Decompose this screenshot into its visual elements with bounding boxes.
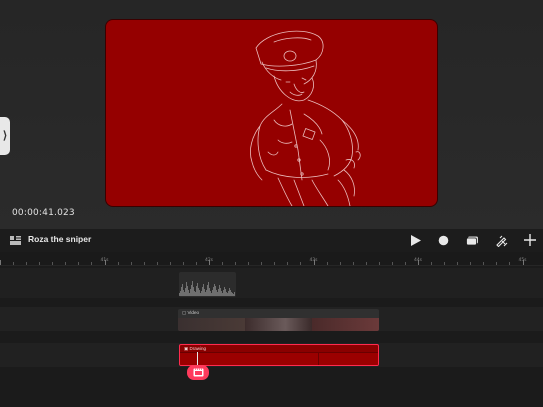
ruler-tick — [182, 262, 184, 265]
ruler-tick — [26, 262, 28, 265]
ruler-tick — [287, 262, 289, 265]
record-icon — [438, 235, 448, 245]
video-clip-label: ▢ Video — [182, 310, 199, 315]
export-button[interactable] — [465, 233, 479, 247]
expand-panel-button[interactable]: ⟩ — [0, 117, 10, 155]
audio-track — [0, 268, 543, 298]
drawing-clip-frames — [180, 352, 378, 365]
ruler-tick — [156, 262, 158, 265]
ruler-tick — [91, 262, 93, 265]
video-clip[interactable]: ▢ Video — [178, 309, 379, 331]
ruler-tick — [195, 262, 197, 265]
ruler-label: 43s — [309, 258, 318, 263]
drawing-clip[interactable]: ▣ Drawing — [179, 344, 379, 366]
export-icon — [465, 236, 478, 245]
draw-icon — [495, 235, 507, 247]
ruler-label: 42s — [204, 258, 214, 263]
ruler-tick — [143, 262, 145, 265]
video-thumbnail — [312, 318, 379, 331]
ruler-label: 41s — [100, 258, 109, 263]
ruler-tick — [117, 262, 119, 265]
preview-area: ⟩ 00:00:41.023 — [0, 0, 543, 229]
ruler-tick — [222, 262, 224, 265]
timecode-display: 00:00:41.023 — [12, 208, 75, 218]
ruler-tick — [496, 262, 498, 265]
ruler-tick — [65, 262, 67, 265]
ruler-tick — [352, 262, 354, 265]
frame-separator — [318, 352, 319, 365]
timeline-toolbar: Roza the sniper — [0, 229, 543, 252]
ruler-tick — [431, 262, 433, 265]
film-frame-icon — [193, 368, 203, 377]
ruler-tick — [365, 262, 367, 265]
ruler-tick — [339, 262, 341, 265]
add-button[interactable] — [523, 233, 537, 247]
video-thumbnail — [245, 318, 312, 331]
keyframe-button[interactable] — [187, 365, 209, 380]
record-button[interactable] — [436, 233, 450, 247]
add-icon — [524, 234, 536, 246]
time-ruler[interactable]: 41s 42s 43s 44s 45s — [0, 252, 543, 266]
ruler-tick — [169, 262, 171, 265]
ruler-tick — [248, 262, 250, 265]
ruler-tick — [261, 262, 263, 265]
ruler-tick — [404, 262, 406, 265]
ruler-tick — [274, 262, 276, 265]
drawing-canvas[interactable] — [106, 20, 437, 206]
ruler-tick — [235, 262, 237, 265]
clips-icon[interactable] — [10, 236, 21, 245]
project-title[interactable]: Roza the sniper — [28, 234, 91, 244]
play-icon — [410, 234, 421, 246]
ruler-tick — [52, 262, 54, 265]
waveform-bar — [234, 292, 235, 296]
ruler-tick — [378, 262, 380, 265]
draw-tool-button[interactable] — [494, 233, 508, 247]
ruler-tick — [509, 262, 511, 265]
ruler-tick — [483, 262, 485, 265]
video-thumbnails — [178, 318, 379, 331]
audio-clip[interactable] — [179, 272, 236, 297]
ruler-tick — [78, 262, 80, 265]
soldier-sketch — [250, 30, 361, 206]
ruler-tick — [130, 262, 132, 265]
play-button[interactable] — [408, 233, 422, 247]
ruler-tick — [0, 260, 1, 265]
chevron-right-icon: ⟩ — [2, 130, 8, 142]
ruler-label: 45s — [518, 258, 527, 263]
ruler-tick — [470, 262, 472, 265]
ruler-tick — [391, 262, 393, 265]
ruler-tick — [39, 262, 41, 265]
ruler-tick — [13, 262, 15, 265]
video-thumbnail — [178, 318, 245, 331]
ruler-tick — [457, 262, 459, 265]
ruler-label: 44s — [413, 258, 423, 263]
ruler-tick — [326, 262, 328, 265]
ruler-tick — [300, 262, 302, 265]
ruler-tick — [444, 262, 446, 265]
